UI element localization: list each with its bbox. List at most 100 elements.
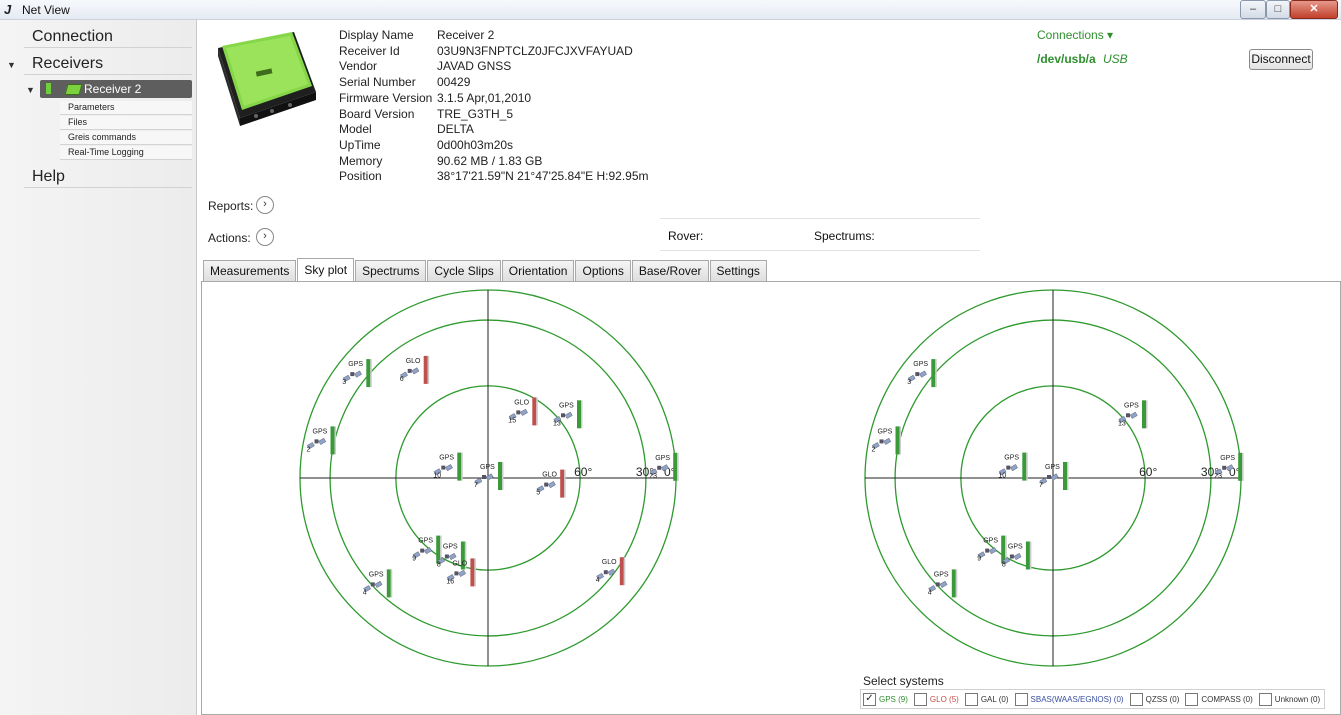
close-button[interactable]: ✕ <box>1290 0 1338 19</box>
satellite-panel-icon <box>607 568 616 576</box>
satellite-marker[interactable]: GPS 10 <box>433 452 463 481</box>
expand-arrow-icon[interactable]: ▼ <box>7 60 16 70</box>
satellite-panel-icon <box>485 473 494 481</box>
tab-options[interactable]: Options <box>575 260 631 281</box>
expand-arrow-icon[interactable]: ▼ <box>26 85 35 95</box>
info-row: Position 38°17'21.59"N 21°47'25.84"E H:92… <box>339 169 649 185</box>
satellite-marker[interactable]: GPS 10 <box>998 452 1028 481</box>
satellite-body-icon <box>1009 554 1014 559</box>
satellite-marker[interactable]: GLO 5 <box>536 469 566 498</box>
checkbox[interactable] <box>1185 692 1199 706</box>
chevron-right-icon: › <box>263 198 267 210</box>
system-label: SBAS(WAAS/EGNOS) (0) <box>1030 694 1124 704</box>
nav-help[interactable]: Help <box>24 166 192 188</box>
tree-item-parameters[interactable]: Parameters <box>60 101 192 115</box>
satellite-marker[interactable]: GPS 7 <box>474 462 504 490</box>
actions-label: Actions: <box>208 231 251 245</box>
system-checkbox-item[interactable]: ✓ GPS (9) <box>863 692 908 706</box>
satellite-marker[interactable]: GLO 4 <box>596 557 626 586</box>
info-value: Receiver 2 <box>437 28 495 42</box>
divider <box>660 250 980 251</box>
signal-bar-shade <box>581 400 583 429</box>
checkbox[interactable]: ✓ <box>863 692 876 706</box>
select-systems-title: Select systems <box>863 674 944 688</box>
signal-bar <box>951 569 956 598</box>
satellite-system-label: GPS <box>1008 544 1023 551</box>
connections-dropdown[interactable]: Connections ▾ <box>1037 28 1113 42</box>
tab-cycle-slips[interactable]: Cycle Slips <box>427 260 501 281</box>
satellite-body-icon <box>314 439 319 444</box>
satellite-marker[interactable]: GLO 6 <box>400 355 430 384</box>
tab-sky-plot[interactable]: Sky plot <box>297 258 355 281</box>
tree-item-greis-commands[interactable]: Greis commands <box>60 131 192 145</box>
checkbox[interactable] <box>964 692 978 706</box>
checkbox[interactable] <box>913 692 927 706</box>
tab-settings[interactable]: Settings <box>709 260 767 281</box>
info-row: Display Name Receiver 2 <box>339 28 649 44</box>
reports-expand-button[interactable]: › <box>256 196 274 214</box>
satellite-marker[interactable]: GPS 13 <box>553 400 583 429</box>
signal-bar <box>423 355 428 384</box>
window-title: Net View <box>22 3 70 17</box>
tab-orientation[interactable]: Orientation <box>501 260 575 281</box>
satellite-panel-icon <box>318 437 327 445</box>
satellite-marker[interactable]: GPS 7 <box>1039 462 1069 490</box>
system-label: GPS (9) <box>879 694 908 704</box>
select-systems-panel: Select systems ✓ GPS (9) GLO (5) GAL (0) SBA… <box>857 673 1325 709</box>
satellite-body-icon <box>561 413 565 418</box>
satellite-prn-label: 8 <box>437 562 441 569</box>
satellite-panel-icon <box>424 547 432 555</box>
info-row: UpTime 0d00h03m20s <box>339 138 649 154</box>
satellite-body-icon <box>915 372 920 377</box>
tab-spectrums[interactable]: Spectrums <box>355 260 427 281</box>
satellite-prn-label: 13 <box>553 420 561 427</box>
signal-bar-shade <box>536 397 538 426</box>
satellite-prn-label: 23 <box>1214 473 1222 480</box>
satellite-system-label: GLO <box>514 399 529 406</box>
signal-bar-shade <box>1026 452 1028 481</box>
info-row: Serial Number 00429 <box>339 75 649 91</box>
minimize-button[interactable]: – <box>1240 0 1266 19</box>
satellite-body-icon <box>1047 475 1051 479</box>
satellite-system-label: GLO <box>602 559 617 566</box>
satellite-marker[interactable]: GPS 3 <box>342 359 372 388</box>
satellite-panel-icon <box>1010 464 1018 472</box>
disconnect-button[interactable]: Disconnect <box>1249 49 1313 70</box>
checkbox[interactable] <box>1014 692 1028 706</box>
maximize-button[interactable]: □ <box>1266 0 1290 19</box>
satellite-prn-label: 4 <box>928 589 932 596</box>
satellite-marker[interactable]: GPS 9 <box>412 535 442 564</box>
checkbox[interactable] <box>1258 692 1272 706</box>
tree-item-files[interactable]: Files <box>60 116 192 130</box>
tree-item-receiver[interactable]: Receiver 2 <box>40 80 192 98</box>
satellite-marker[interactable]: GPS 9 <box>977 535 1007 564</box>
system-checkbox-item[interactable]: COMPASS (0) <box>1185 692 1253 706</box>
satellite-marker[interactable]: GPS 13 <box>1118 400 1148 429</box>
satellite-body-icon <box>420 548 425 553</box>
satellite-marker[interactable]: GPS 2 <box>307 426 337 455</box>
satellite-panel-icon <box>411 367 420 375</box>
satellite-marker[interactable]: GPS 3 <box>907 359 937 388</box>
satellite-panel-icon <box>564 411 573 419</box>
nav-receivers[interactable]: Receivers <box>24 53 192 75</box>
info-row: Vendor JAVAD GNSS <box>339 59 649 75</box>
system-checkbox-item[interactable]: SBAS(WAAS/EGNOS) (0) <box>1014 692 1124 706</box>
actions-expand-button[interactable]: › <box>256 228 274 246</box>
satellite-marker[interactable]: GPS 2 <box>872 426 902 455</box>
tree-item-real-time-logging[interactable]: Real-Time Logging <box>60 146 192 160</box>
system-checkbox-item[interactable]: QZSS (0) <box>1129 692 1179 706</box>
satellite-marker[interactable]: GPS 4 <box>363 569 393 598</box>
checkbox[interactable] <box>1129 692 1143 706</box>
info-row: Firmware Version 3.1.5 Apr,01,2010 <box>339 91 649 107</box>
system-checkbox-item[interactable]: Unknown (0) <box>1258 692 1320 706</box>
satellite-marker[interactable]: GLO 15 <box>508 397 538 426</box>
nav-connection[interactable]: Connection <box>24 26 192 48</box>
signal-bar <box>1142 400 1146 429</box>
system-checkbox-item[interactable]: GLO (5) <box>913 692 959 706</box>
system-checkbox-item[interactable]: GAL (0) <box>964 692 1009 706</box>
tab-measurements[interactable]: Measurements <box>203 260 297 281</box>
tab-base-rover[interactable]: Base/Rover <box>631 260 709 281</box>
reports-label: Reports: <box>208 199 254 213</box>
satellite-marker[interactable]: GPS 4 <box>928 569 958 598</box>
satellite-prn-label: 3 <box>907 379 911 386</box>
